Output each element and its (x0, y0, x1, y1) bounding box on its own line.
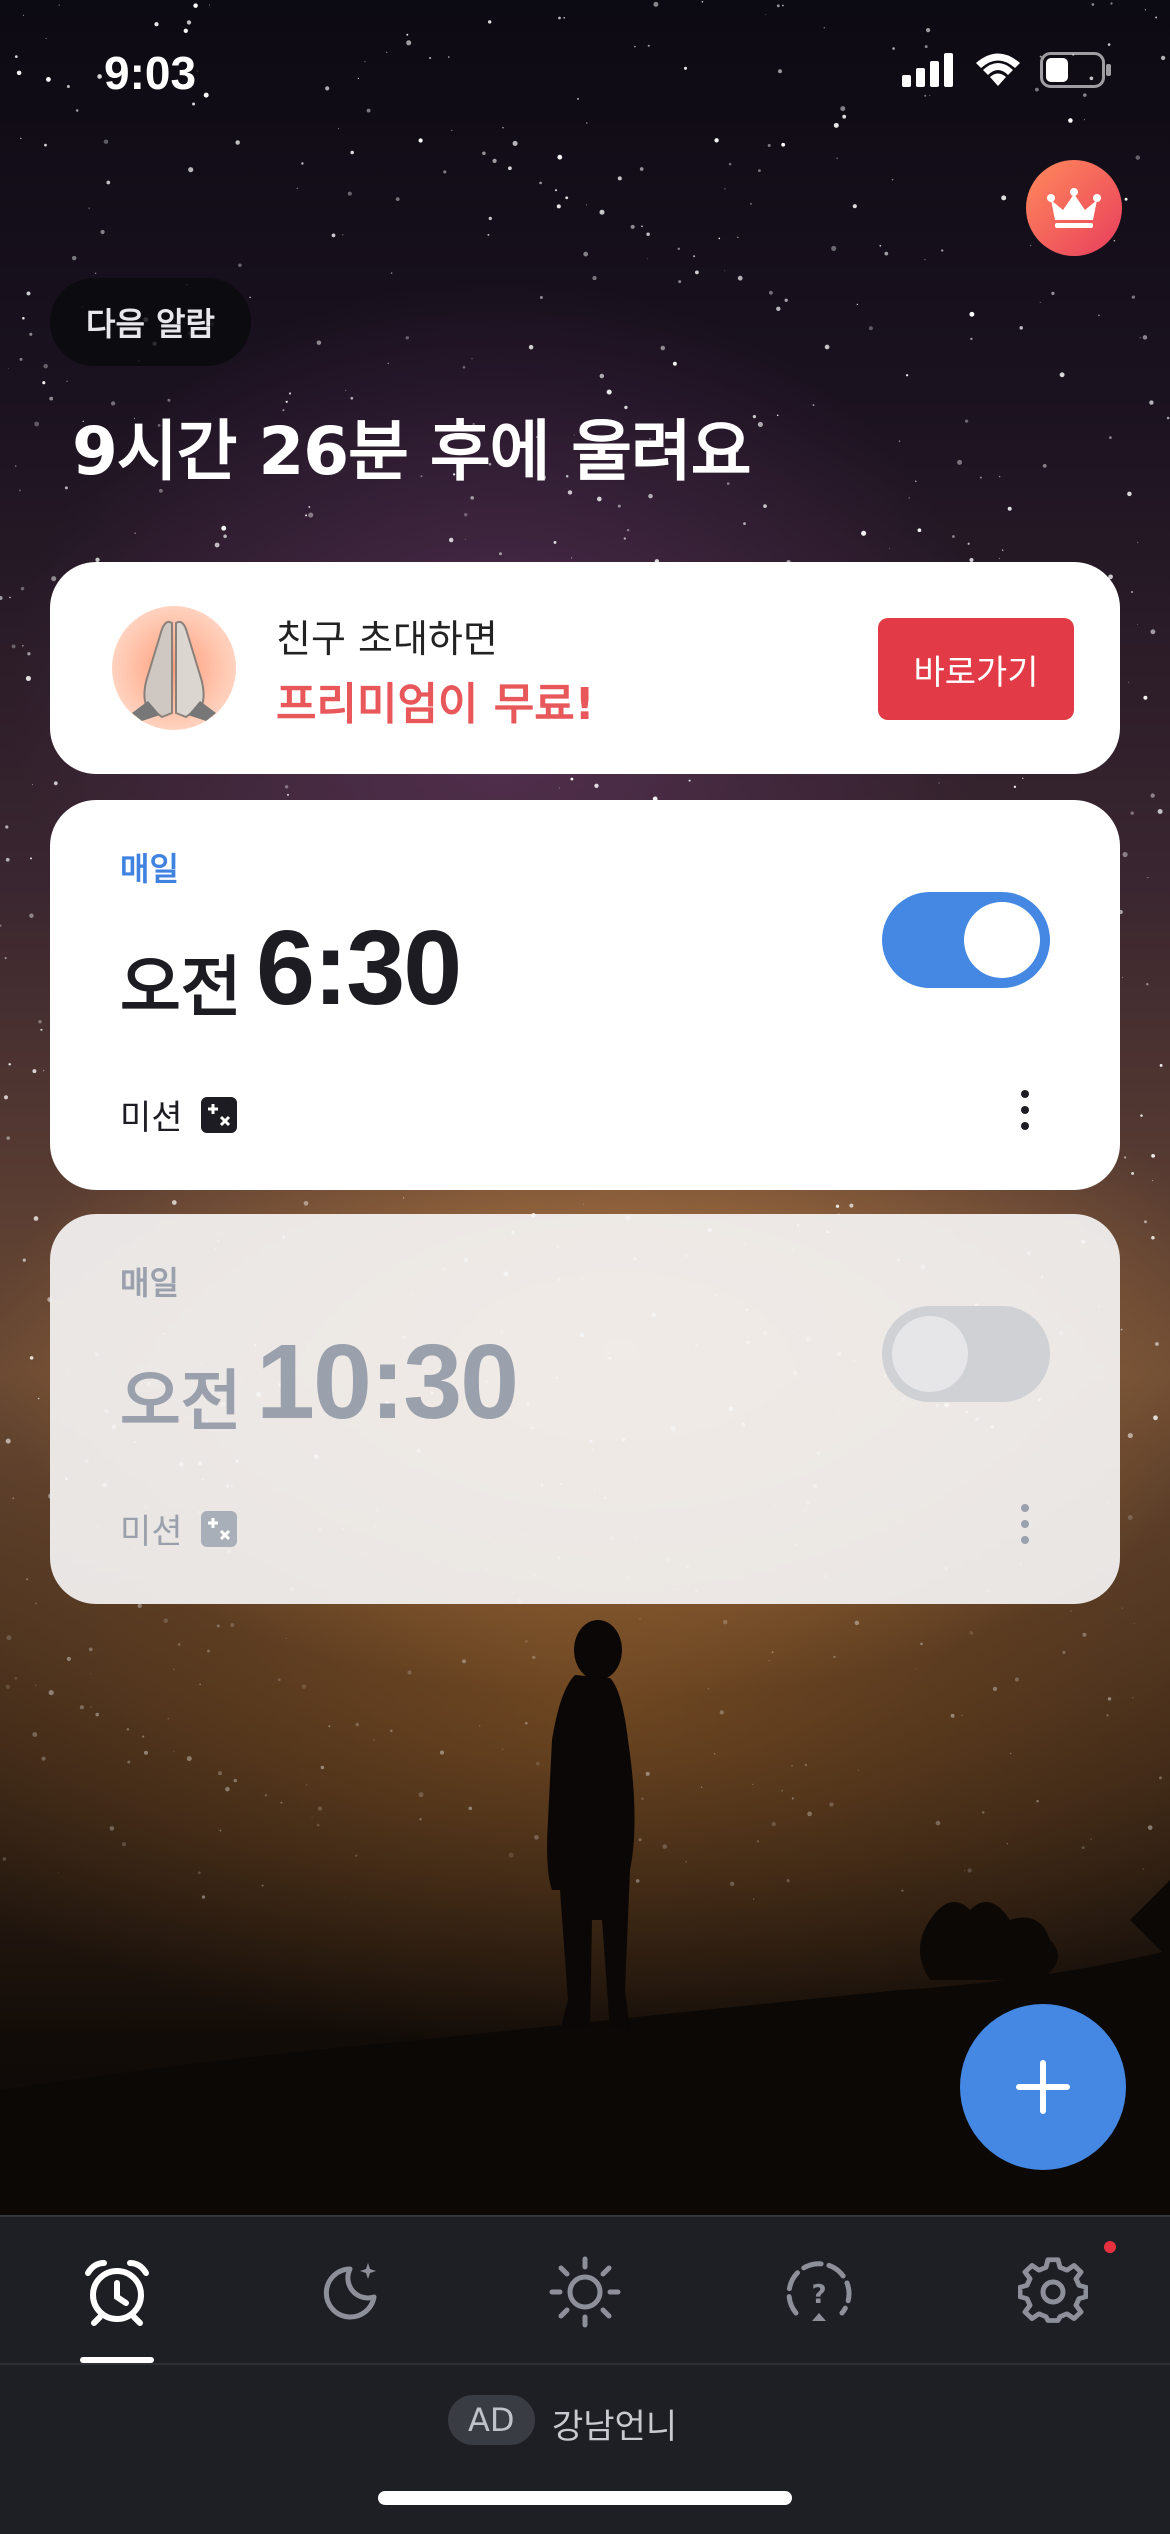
alarm-card[interactable]: 매일 오전 6:30 미션 (50, 800, 1120, 1190)
praying-hands-icon (112, 606, 236, 730)
mission-label: 미션 (120, 1512, 183, 1552)
more-options-icon[interactable] (1010, 1090, 1040, 1130)
alarm-time: 10:30 (256, 1323, 519, 1441)
more-options-icon[interactable] (1010, 1504, 1040, 1544)
moon-icon (323, 2263, 377, 2320)
next-alarm-pill: 다음 알람 (50, 278, 251, 366)
ad-text[interactable]: 강남언니 (552, 2399, 677, 2448)
alarm-repeat-label: 매일 (120, 1264, 179, 1302)
promo-line2: 프리미엄이 무료! (276, 679, 595, 730)
tab-settings[interactable] (1008, 2247, 1098, 2337)
tab-morning[interactable] (540, 2247, 630, 2337)
math-mission-icon (200, 1510, 237, 1547)
premium-crown-button[interactable] (1026, 160, 1122, 256)
alarm-toggle[interactable] (882, 892, 1050, 988)
crown-icon (1047, 188, 1101, 228)
question-gauge-icon: ? (786, 2261, 852, 2321)
sun-icon (549, 2256, 621, 2328)
alarm-time: 6:30 (256, 909, 462, 1027)
ad-banner[interactable]: AD 강남언니 (0, 2363, 1170, 2534)
alarm-clock-icon (85, 2260, 149, 2326)
alarm-ampm: 오전 (120, 949, 242, 1026)
wifi-icon (976, 53, 1020, 86)
alarm-card[interactable]: 매일 오전 10:30 미션 (50, 1214, 1120, 1604)
promo-line1: 친구 초대하면 (276, 617, 498, 661)
tab-sleep[interactable] (306, 2247, 396, 2337)
tab-alarm[interactable] (72, 2247, 162, 2337)
go-now-button[interactable]: 바로가기 (878, 618, 1074, 720)
math-mission-icon (200, 1096, 237, 1133)
battery-icon (1040, 52, 1111, 88)
home-indicator (378, 2491, 792, 2505)
svg-text:?: ? (811, 2280, 826, 2310)
alarm-toggle[interactable] (882, 1306, 1050, 1402)
ad-tag: AD (448, 2395, 535, 2445)
plus-icon (1016, 2060, 1070, 2114)
alarm-ampm: 오전 (120, 1363, 242, 1440)
tab-report[interactable]: ? (774, 2247, 864, 2337)
alarm-mission: 미션 (120, 1504, 237, 1553)
status-icons (902, 52, 1112, 88)
signal-icon (902, 53, 953, 87)
toggle-knob (964, 902, 1040, 978)
next-alarm-headline: 9시간 26분 후에 울려요 (72, 413, 751, 490)
toggle-knob (892, 1316, 968, 1392)
status-time: 9:03 (104, 47, 197, 99)
alarm-mission: 미션 (120, 1090, 237, 1139)
alarm-repeat-label: 매일 (120, 850, 179, 888)
invite-promo-card[interactable]: 친구 초대하면 프리미엄이 무료! 바로가기 (50, 562, 1120, 774)
tab-bar: ? (0, 2215, 1170, 2365)
mission-label: 미션 (120, 1098, 183, 1138)
settings-notification-badge (1104, 2241, 1116, 2253)
gear-icon (1018, 2257, 1088, 2323)
add-alarm-button[interactable] (960, 2004, 1126, 2170)
